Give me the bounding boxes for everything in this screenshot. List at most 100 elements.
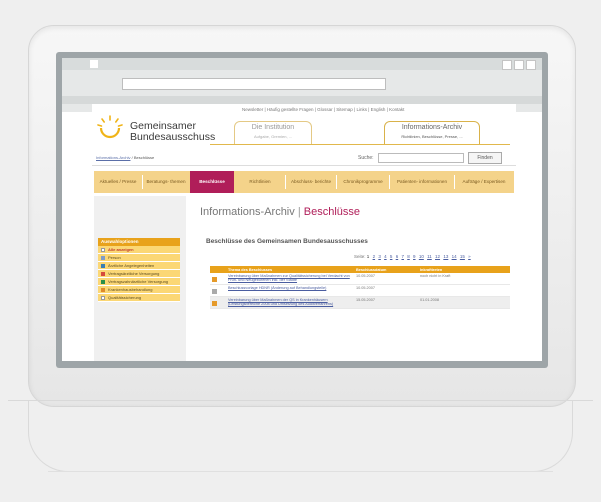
filter-item[interactable]: Alle anzeigen [98, 246, 180, 254]
top-links[interactable]: Newsletter | Häufig gestellte Fragen | G… [242, 107, 404, 112]
main-navigation: Aktuelles / Presse Beratungs- themen Bes… [94, 171, 514, 193]
nav-item-aktuelles[interactable]: Aktuelles / Presse [96, 173, 140, 191]
category-flag-icon [212, 277, 217, 282]
page-link[interactable]: 2 [373, 254, 376, 259]
table-row: Beschlussvorlage HDNR (Änderung auf Beha… [210, 284, 510, 297]
screen: Newsletter | Häufig gestellte Fragen | G… [62, 58, 542, 361]
filter-item[interactable]: Vertragsärztliche Versorgung [98, 270, 180, 278]
next-page-link[interactable]: » [468, 254, 471, 259]
filter-item[interactable]: Qualitätssicherung [98, 294, 180, 302]
maximize-button[interactable] [514, 60, 524, 70]
search-button[interactable]: Finden [468, 152, 502, 164]
row-effective-cell: 01.01.2008 [418, 296, 510, 309]
filter-label: Vertragszahnärztliche Versorgung [108, 279, 169, 284]
page-link[interactable]: 8 [407, 254, 410, 259]
page-link[interactable]: 4 [384, 254, 387, 259]
window-titlebar [62, 58, 542, 70]
page-link[interactable]: 9 [413, 254, 416, 259]
page-title-separator: | [297, 206, 301, 218]
row-title-link[interactable]: Vereinbarung über Maßnahmen der QS in Kr… [228, 298, 333, 306]
nav-item-patienteninformationen[interactable]: Patienten- informationen [391, 173, 453, 191]
page-title: Informations-Archiv | Beschlüsse [200, 206, 360, 218]
results-table: Thema des Beschlusses Beschlussdatum Ink… [210, 266, 510, 309]
page-link[interactable]: 5 [390, 254, 393, 259]
tab-archive-sub: Richtlinien, Beschlüsse, Presse, ... [401, 134, 463, 139]
tab-institution-sub: Aufgabe, Gremien, ... [253, 134, 293, 139]
sun-logo-icon [97, 115, 123, 139]
filter-label: Vertragsärztliche Versorgung [108, 271, 160, 276]
nav-separator [336, 175, 337, 189]
filter-label: Krankenhausbehandlung [108, 287, 153, 292]
close-button[interactable] [526, 60, 536, 70]
breadcrumb-current: Beschlüsse [133, 155, 155, 160]
column-header-thema[interactable]: Thema des Beschlusses [226, 266, 354, 273]
column-header-inkrafttreten[interactable]: Inkrafttreten [418, 266, 510, 273]
header-icon-cell [210, 266, 226, 273]
page-link[interactable]: 10 [419, 254, 424, 259]
nav-item-richtlinien[interactable]: Richtlinien [236, 173, 284, 191]
tab-institution[interactable]: Die Institution Aufgabe, Gremien, ... [234, 121, 312, 145]
category-color-icon [101, 264, 105, 268]
toolbar-shade [62, 96, 542, 104]
page-link[interactable]: 6 [396, 254, 399, 259]
table-row: Vereinbarung über Maßnahmen zur Qualität… [210, 273, 510, 285]
page-link[interactable]: 11 [427, 254, 432, 259]
web-page: Newsletter | Häufig gestellte Fragen | G… [92, 104, 516, 361]
logo-wordmark[interactable]: Gemeinsamer Bundesausschuss [130, 121, 215, 143]
row-title-cell: Beschlussvorlage HDNR (Änderung auf Beha… [226, 284, 354, 297]
nav-item-abschlussberichte[interactable]: Abschluss- berichte [287, 173, 335, 191]
tab-archive-title: Informations-Archiv [401, 124, 463, 131]
table-row: Vereinbarung über Maßnahmen der QS in Kr… [210, 296, 510, 309]
nav-separator [285, 175, 286, 189]
filter-item[interactable]: Vertragszahnärztliche Versorgung [98, 278, 180, 286]
nav-separator [389, 175, 390, 189]
stand-leg-right [502, 401, 573, 472]
page-link[interactable]: 12 [435, 254, 440, 259]
category-color-icon [101, 256, 105, 260]
filter-item[interactable]: Krankenhausbehandlung [98, 286, 180, 294]
row-title-link[interactable]: Beschlussvorlage HDNR (Änderung auf Beha… [228, 286, 326, 290]
divider [92, 165, 516, 166]
page-title-current: Beschlüsse [303, 206, 361, 218]
filter-panel-title: Auswahloptionen [98, 238, 180, 246]
filter-item[interactable]: Person [98, 254, 180, 262]
minimize-button[interactable] [502, 60, 512, 70]
row-icon-cell [210, 296, 226, 309]
page-link[interactable]: 3 [378, 254, 381, 259]
nav-item-beschluesse[interactable]: Beschlüsse [190, 171, 234, 193]
filter-label: Alle anzeigen [108, 247, 134, 252]
checkbox-icon [101, 296, 105, 300]
page-link[interactable]: 13 [443, 254, 448, 259]
nav-item-beratungsthemen[interactable]: Beratungs- themen [144, 173, 188, 191]
tab-archive[interactable]: Informations-Archiv Richtlinien, Beschlü… [384, 121, 480, 145]
category-color-icon [101, 288, 105, 292]
page-link[interactable]: 14 [452, 254, 457, 259]
breadcrumb: Informations-Archiv / Beschlüsse [96, 155, 154, 160]
header-rule [210, 144, 510, 145]
list-heading: Beschlüsse des Gemeinsamen Bundesausschu… [206, 238, 368, 245]
row-title-link[interactable]: Vereinbarung über Maßnahmen zur Qualität… [228, 274, 350, 282]
column-header-datum[interactable]: Beschlussdatum [354, 266, 418, 273]
checkbox-icon [101, 248, 105, 252]
stand-leg-left [28, 401, 99, 472]
address-bar[interactable] [122, 78, 386, 90]
search-input[interactable] [378, 153, 464, 163]
page-title-section: Informations-Archiv [200, 206, 295, 218]
row-effective-cell: noch nicht in Kraft [418, 273, 510, 285]
row-icon-cell [210, 284, 226, 297]
filter-item[interactable]: Ärztliche Angelegenheiten [98, 262, 180, 270]
row-date-cell: 10.05.2007 [354, 284, 418, 297]
page-link[interactable]: 15 [460, 254, 465, 259]
filter-label: Ärztliche Angelegenheiten [108, 263, 155, 268]
app-icon [90, 60, 98, 68]
category-color-icon [101, 272, 105, 276]
filter-panel: Auswahloptionen Alle anzeigen Person Ärz… [98, 238, 180, 302]
nav-item-auftraege[interactable]: Aufträge / Expertisen [456, 173, 512, 191]
row-date-cell: 15.05.2007 [354, 296, 418, 309]
breadcrumb-link[interactable]: Informations-Archiv [96, 155, 130, 160]
nav-item-chronikprogramme[interactable]: Chronikprogramme [338, 173, 388, 191]
category-flag-icon [212, 301, 217, 306]
category-color-icon [101, 280, 105, 284]
page-link[interactable]: 7 [401, 254, 404, 259]
category-flag-icon [212, 289, 217, 294]
